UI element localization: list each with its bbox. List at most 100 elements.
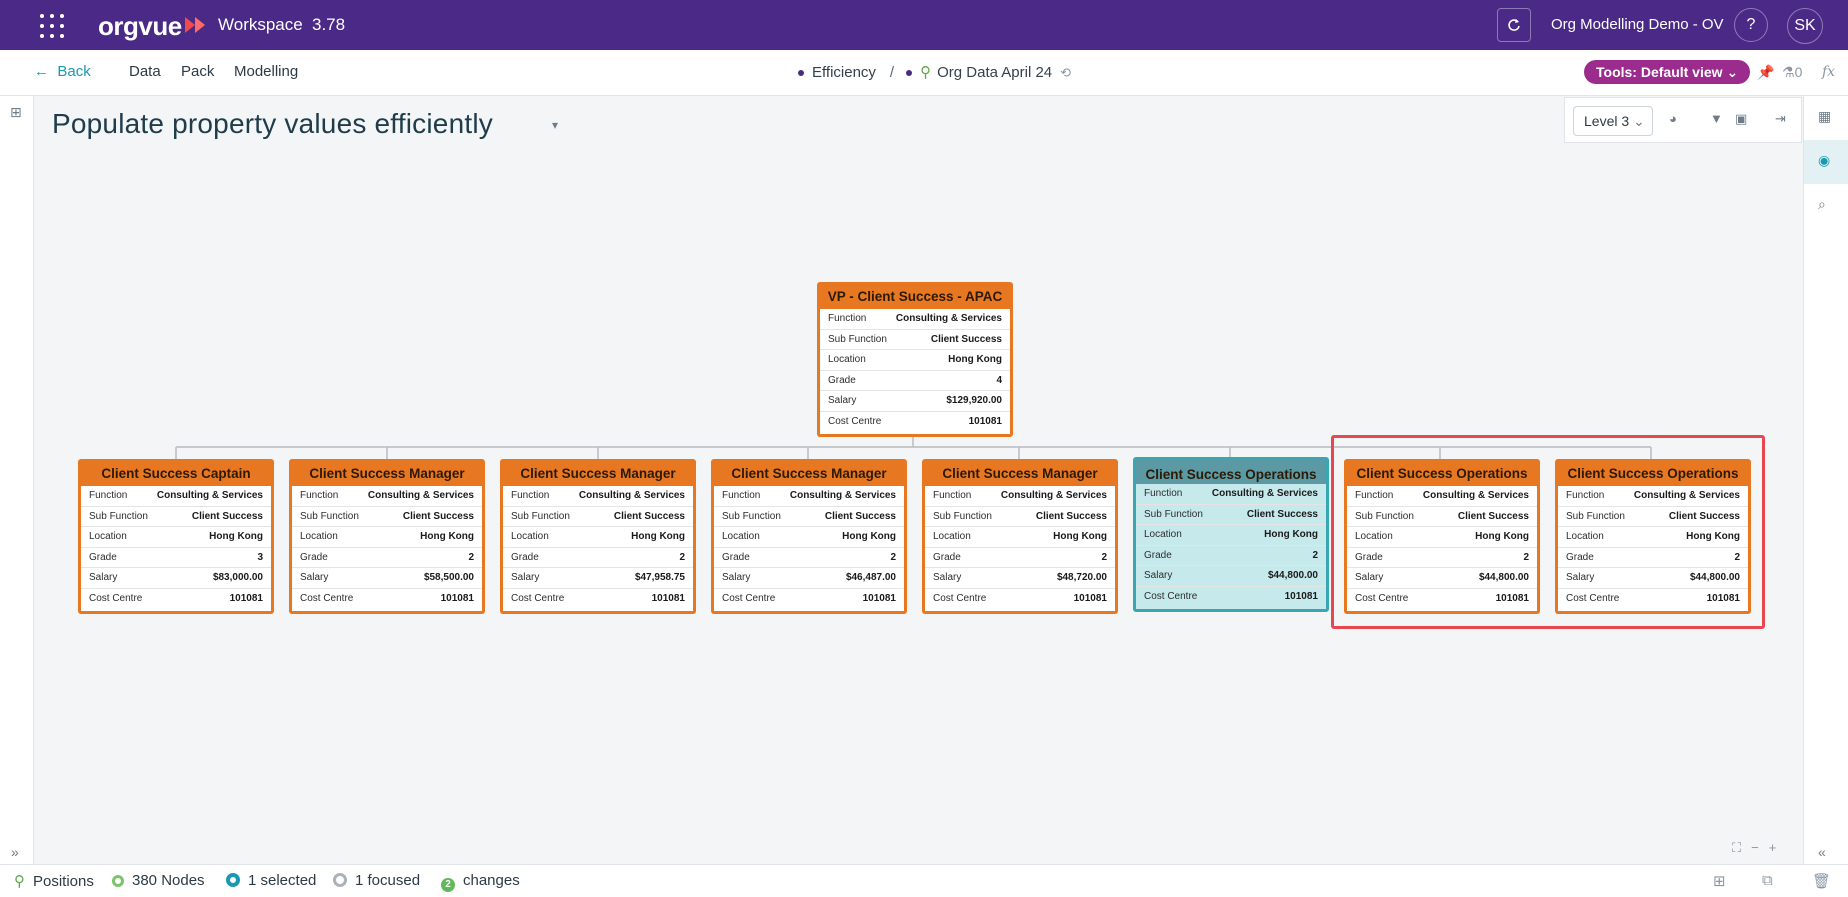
flask-count: 0: [1794, 64, 1803, 80]
focused-status[interactable]: 1 focused: [333, 872, 420, 889]
field-key: Grade: [722, 551, 750, 563]
app-launcher-icon[interactable]: [40, 14, 64, 38]
field-value: Client Success: [1035, 510, 1107, 522]
field-row: Function Consulting & Services: [503, 486, 693, 507]
formula-icon[interactable]: fx: [1822, 64, 1835, 80]
tools-dropdown[interactable]: Tools: Default view ⌄: [1584, 60, 1751, 84]
focused-icon: [333, 873, 347, 887]
filter-icon[interactable]: ▼: [1710, 111, 1723, 126]
add-panel-icon[interactable]: ⊞: [10, 104, 22, 121]
field-key: Location: [1144, 529, 1182, 541]
field-row: Grade 2: [292, 548, 482, 569]
export-icon[interactable]: ⇥: [1775, 111, 1786, 127]
field-row: Location Hong Kong: [81, 527, 271, 548]
field-value: Hong Kong: [842, 531, 896, 543]
delete-icon[interactable]: 🗑: [1812, 872, 1831, 890]
node-fields: Function Consulting & Services Sub Functio…: [503, 486, 693, 611]
field-value: Client Success: [1246, 508, 1318, 520]
field-key: Grade: [89, 551, 117, 563]
nav-modelling[interactable]: Modelling: [234, 63, 298, 80]
org-node-card[interactable]: Client Success Manager Function Consulting…: [500, 459, 696, 614]
field-key: Sub Function: [511, 510, 570, 522]
field-value: 101081: [229, 592, 263, 604]
pin-icon[interactable]: 📌: [1757, 64, 1774, 81]
page-title: Populate property values efficiently: [52, 108, 493, 139]
breadcrumb-dataset[interactable]: Org Data April 24: [937, 64, 1052, 81]
field-value: $48,720.00: [1056, 572, 1107, 584]
palette-icon[interactable]: ◕: [1669, 111, 1677, 126]
duplicate-icon[interactable]: ⧉: [1762, 872, 1773, 889]
sync-button[interactable]: [1497, 8, 1531, 42]
zoom-out-icon[interactable]: −: [1751, 840, 1769, 855]
top-bar: orgvue Workspace 3.78 Org Modelling Demo…: [0, 0, 1848, 50]
flask-icon[interactable]: ⚗0: [1782, 64, 1802, 81]
field-row: Location Hong Kong: [820, 350, 1010, 371]
level-select[interactable]: Level 3 ⌄: [1573, 106, 1653, 136]
field-key: Cost Centre: [511, 592, 565, 604]
field-value: 101081: [1284, 590, 1318, 602]
node-title: Client Success Manager: [309, 466, 465, 481]
field-value: Client Success: [824, 510, 896, 522]
dot-icon: [798, 70, 804, 77]
chart-icon[interactable]: ▦: [1818, 108, 1831, 125]
help-button[interactable]: ?: [1734, 8, 1768, 42]
nav-data[interactable]: Data: [129, 63, 161, 80]
chevron-down-icon: ⌄: [1726, 64, 1739, 80]
product-name: Workspace: [218, 15, 303, 34]
sync-small-icon[interactable]: ⟲: [1060, 65, 1071, 80]
avatar[interactable]: SK: [1787, 8, 1823, 44]
field-value: Hong Kong: [1264, 529, 1318, 541]
zoom-in-icon[interactable]: +: [1769, 840, 1787, 855]
field-value: Client Success: [402, 510, 474, 522]
collapse-right-icon[interactable]: «: [1818, 844, 1826, 860]
project-name[interactable]: Org Modelling Demo - OV: [1551, 16, 1724, 33]
field-row: Sub Function Client Success: [503, 507, 693, 528]
changes-status[interactable]: 2 changes: [441, 872, 520, 892]
fit-screen-icon[interactable]: ⛶: [1732, 840, 1751, 855]
add-node-icon[interactable]: ⊞: [1713, 872, 1726, 890]
expand-left-icon[interactable]: »: [11, 844, 19, 860]
field-key: Grade: [1144, 549, 1172, 561]
field-value: Consulting & Services: [1211, 488, 1318, 499]
field-row: Salary $48,720.00: [925, 568, 1115, 589]
field-row: Salary $46,487.00: [714, 568, 904, 589]
selected-status[interactable]: 1 selected: [226, 872, 316, 889]
rail-active-item[interactable]: ◉: [1804, 140, 1848, 184]
node-fields: Function Consulting & Services Sub Functio…: [714, 486, 904, 611]
field-value: 2: [1101, 551, 1107, 563]
org-node-card[interactable]: Client Success Manager Function Consulting…: [711, 459, 907, 614]
chevron-down-icon[interactable]: ▾: [552, 118, 558, 132]
nav-pack[interactable]: Pack: [181, 63, 214, 80]
field-row: Grade 2: [925, 548, 1115, 569]
field-row: Function Consulting & Services: [925, 486, 1115, 507]
field-value: $46,487.00: [845, 572, 896, 584]
nodes-status[interactable]: 380 Nodes: [112, 872, 205, 889]
field-row: Cost Centre 101081: [292, 589, 482, 610]
breadcrumb-efficiency[interactable]: Efficiency: [812, 64, 876, 81]
search-icon[interactable]: ⌕: [1818, 196, 1826, 213]
field-row: Grade 2: [503, 548, 693, 569]
org-node-card[interactable]: Client Success Captain Function Consulting…: [78, 459, 274, 614]
tree-icon: ⚲: [14, 873, 25, 890]
positions-status[interactable]: ⚲ Positions: [14, 872, 94, 890]
field-key: Function: [722, 490, 761, 501]
field-value: 101081: [862, 592, 896, 604]
org-node-card[interactable]: Client Success Operations Function Consult…: [1133, 457, 1329, 612]
field-value: Hong Kong: [631, 531, 685, 543]
node-fields: Function Consulting & Services Sub Functio…: [292, 486, 482, 611]
cards-icon[interactable]: ▣: [1735, 111, 1747, 127]
field-key: Sub Function: [300, 510, 359, 522]
org-node-card[interactable]: Client Success Manager Function Consulting…: [922, 459, 1118, 614]
org-node-root[interactable]: VP - Client Success - APAC Function Consu…: [817, 282, 1013, 437]
field-value: 2: [679, 551, 685, 563]
target-icon: ◉: [1818, 152, 1831, 168]
field-row: Grade 4: [820, 371, 1010, 392]
level-label: Level 3: [1584, 113, 1630, 129]
field-row: Sub Function Client Success: [1136, 505, 1326, 526]
org-node-card[interactable]: Client Success Manager Function Consulting…: [289, 459, 485, 614]
field-row: Function Consulting & Services: [820, 309, 1010, 330]
field-row: Cost Centre 101081: [714, 589, 904, 610]
back-button[interactable]: ← Back: [34, 63, 91, 80]
field-key: Grade: [933, 551, 961, 563]
field-key: Cost Centre: [300, 592, 354, 604]
